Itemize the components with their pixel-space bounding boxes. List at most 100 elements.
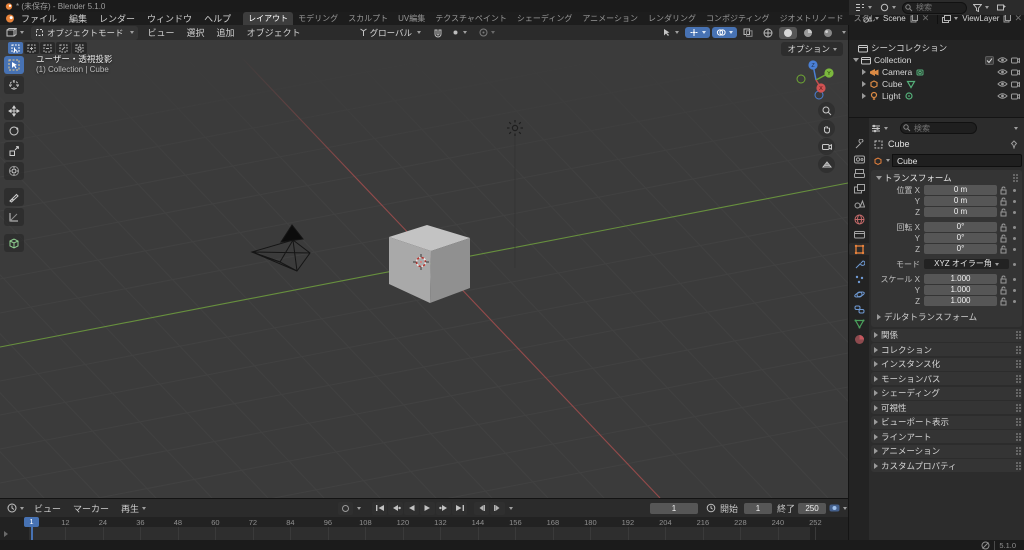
properties-search-input[interactable]	[900, 122, 977, 134]
viewlayer-name[interactable]: ViewLayer	[962, 14, 999, 23]
snap-settings-dropdown[interactable]	[447, 27, 471, 38]
lock-rotation-y-icon[interactable]	[997, 234, 1009, 243]
new-collection-button[interactable]	[993, 2, 1010, 13]
hide-cube-eye-icon[interactable]	[997, 80, 1008, 88]
animate-rotation-mode-dot[interactable]	[1009, 262, 1019, 266]
viewlayer-properties-tab[interactable]	[849, 183, 869, 195]
menu-file[interactable]: ファイル	[15, 12, 63, 25]
playback-sync-button[interactable]	[829, 503, 847, 513]
panel-viewport-display[interactable]: ビューポート表示	[871, 415, 1022, 429]
output-properties-tab[interactable]	[849, 168, 869, 180]
disable-render-light-icon[interactable]	[1011, 92, 1020, 100]
mesh-data-icon[interactable]	[906, 80, 916, 89]
collection-row[interactable]: Collection	[849, 54, 1024, 66]
collection-checkbox[interactable]	[985, 55, 994, 65]
constraint-properties-tab[interactable]	[849, 303, 869, 315]
camera-data-icon[interactable]	[916, 68, 926, 77]
menu-help[interactable]: ヘルプ	[198, 12, 237, 25]
transform-collapse-icon[interactable]	[876, 176, 882, 180]
rotation-y-field[interactable]: 0°	[924, 233, 997, 243]
animate-scale-z-dot[interactable]	[1009, 299, 1019, 303]
panel-shading[interactable]: シェーディング	[871, 386, 1022, 400]
transform-panel-header[interactable]: トランスフォーム	[874, 172, 1019, 184]
light-row[interactable]: Light	[849, 90, 1024, 102]
menu-edit[interactable]: 編集	[63, 12, 93, 25]
pin-icon[interactable]	[1010, 139, 1018, 149]
outliner-editor-type-button[interactable]	[851, 2, 876, 13]
panel-drag-dots-icon[interactable]	[1013, 177, 1015, 179]
scale-x-field[interactable]: 1.000	[924, 274, 997, 284]
mode-selector[interactable]: オブジェクトモード	[31, 25, 138, 40]
disable-render-camera-row-icon[interactable]	[1011, 68, 1020, 76]
lock-location-y-icon[interactable]	[997, 197, 1009, 206]
timeline-region-toggle-icon[interactable]	[4, 531, 8, 537]
animate-location-x-dot[interactable]	[1009, 188, 1019, 192]
location-z-field[interactable]: 0 m	[924, 207, 997, 217]
panel-visibility[interactable]: 可視性	[871, 401, 1022, 414]
proportional-editing-toggle[interactable]	[475, 27, 499, 38]
transform-tool[interactable]	[4, 162, 24, 180]
menu-render[interactable]: レンダー	[93, 12, 141, 25]
editor-type-button[interactable]	[2, 27, 28, 39]
shading-wireframe-button[interactable]	[759, 27, 777, 39]
timeline-ruler[interactable]: 12 24 36 48 60 72 84 96 108 120 132 144 156 168 180 192…	[0, 517, 848, 541]
light-data-icon[interactable]	[904, 91, 914, 101]
delta-transform-subpanel[interactable]: デルタトランスフォーム	[874, 310, 1019, 323]
move-tool[interactable]	[4, 102, 24, 120]
select-box-tool[interactable]	[4, 56, 24, 74]
lock-location-x-icon[interactable]	[997, 186, 1009, 195]
scale-z-field[interactable]: 1.000	[924, 296, 997, 306]
collection-expand-icon[interactable]	[853, 58, 859, 62]
play-reverse-button[interactable]	[404, 501, 419, 515]
xray-toggle[interactable]	[739, 27, 757, 38]
use-preview-range-icon[interactable]	[706, 503, 716, 513]
view-menu[interactable]: ビュー	[142, 26, 181, 39]
outliner-search[interactable]	[902, 1, 967, 14]
particle-properties-tab[interactable]	[849, 273, 869, 285]
panel-custom-properties[interactable]: カスタムプロパティ	[871, 459, 1022, 472]
shading-material-button[interactable]	[799, 27, 817, 39]
scene-properties-tab[interactable]	[849, 198, 869, 210]
select-menu[interactable]: 選択	[181, 26, 211, 39]
snap-toggle[interactable]	[429, 27, 447, 39]
lock-rotation-x-icon[interactable]	[997, 223, 1009, 232]
current-frame-field[interactable]: 1	[650, 502, 698, 514]
scene-dropdown-caret[interactable]	[875, 17, 879, 20]
lock-scale-y-icon[interactable]	[997, 286, 1009, 295]
properties-options-caret[interactable]	[1014, 126, 1018, 130]
world-properties-tab[interactable]	[849, 213, 869, 225]
auto-keying-record-button[interactable]	[338, 501, 353, 515]
timeline-editor-type-button[interactable]	[3, 502, 28, 514]
next-keyframe-button[interactable]	[436, 501, 451, 515]
lock-rotation-z-icon[interactable]	[997, 245, 1009, 254]
object-properties-tab[interactable]	[849, 243, 869, 255]
rotation-x-field[interactable]: 0°	[924, 222, 997, 232]
tab-geometry-nodes[interactable]: ジオメトリノード	[775, 12, 849, 25]
rotate-tool[interactable]	[4, 122, 24, 140]
rotation-mode-dropdown[interactable]: XYZ オイラー角	[924, 259, 1009, 269]
animate-rotation-z-dot[interactable]	[1009, 247, 1019, 251]
lock-location-z-icon[interactable]	[997, 208, 1009, 217]
timeline-marker-menu[interactable]: マーカー	[67, 502, 115, 515]
add-menu[interactable]: 追加	[211, 26, 241, 39]
tab-uv-editing[interactable]: UV編集	[393, 12, 430, 25]
end-frame-field[interactable]: 250	[798, 502, 826, 514]
panel-relations[interactable]: 関係	[871, 328, 1022, 342]
cube-row[interactable]: Cube	[849, 78, 1024, 90]
shading-rendered-button[interactable]	[819, 27, 837, 39]
disable-render-camera-icon[interactable]	[1011, 56, 1020, 64]
camera-view-icon[interactable]	[818, 138, 835, 155]
navigation-gizmo[interactable]: Z Y X	[790, 52, 846, 108]
prev-keyframe-button[interactable]	[388, 501, 403, 515]
animate-scale-x-dot[interactable]	[1009, 277, 1019, 281]
show-gizmo-toggle[interactable]	[685, 27, 710, 38]
scene-collection-row[interactable]: シーンコレクション	[849, 42, 1024, 54]
step-forward-button[interactable]	[490, 501, 505, 515]
3d-viewport[interactable]: オプション ユーザー・透視投影 (1) Collection | Cube Z …	[0, 40, 848, 498]
menu-window[interactable]: ウィンドウ	[141, 12, 198, 25]
object-id-icon[interactable]	[871, 154, 892, 167]
blender-menu-logo-icon[interactable]	[5, 14, 15, 23]
animate-rotation-x-dot[interactable]	[1009, 225, 1019, 229]
keying-set-caret[interactable]	[357, 506, 361, 510]
annotate-tool[interactable]	[4, 188, 24, 206]
